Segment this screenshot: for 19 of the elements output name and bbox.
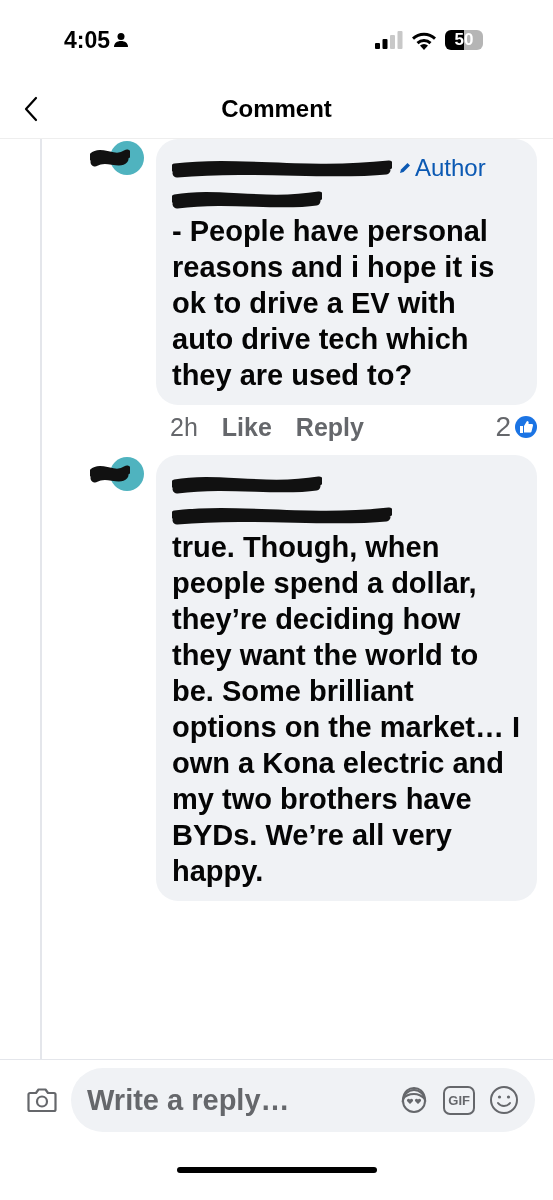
reaction-count: 2: [495, 411, 511, 443]
comment-action-link[interactable]: Reply: [295, 412, 364, 442]
back-icon[interactable]: [24, 96, 38, 122]
comment-action-link[interactable]: Like: [221, 412, 272, 442]
comment-text: true. Though, when people spend a dollar, they’re deciding how they want the world to be. Some brilliant options on the market… I own a Kona electric and my two brothers have BYDs. We’re all very happy.: [172, 530, 522, 889]
author-badge: Author: [398, 154, 486, 182]
emoji-icon[interactable]: [489, 1085, 519, 1115]
camera-icon[interactable]: [27, 1087, 57, 1113]
status-time: 4:05: [64, 26, 111, 54]
wifi-icon: [411, 30, 437, 50]
comment-time: 2h: [170, 412, 198, 442]
page-title: Comment: [221, 95, 332, 123]
battery-icon: 50: [445, 30, 483, 50]
person-icon: [113, 32, 130, 48]
reply-input-field[interactable]: Write a reply… GIF: [71, 1068, 535, 1132]
like-icon: [515, 416, 537, 438]
signal-icon: [375, 31, 403, 49]
comment-text: - People have personal reasons and i hope it is ok to drive a EV with auto drive tech which they are used to?: [172, 214, 496, 393]
gif-button[interactable]: GIF: [443, 1085, 475, 1115]
